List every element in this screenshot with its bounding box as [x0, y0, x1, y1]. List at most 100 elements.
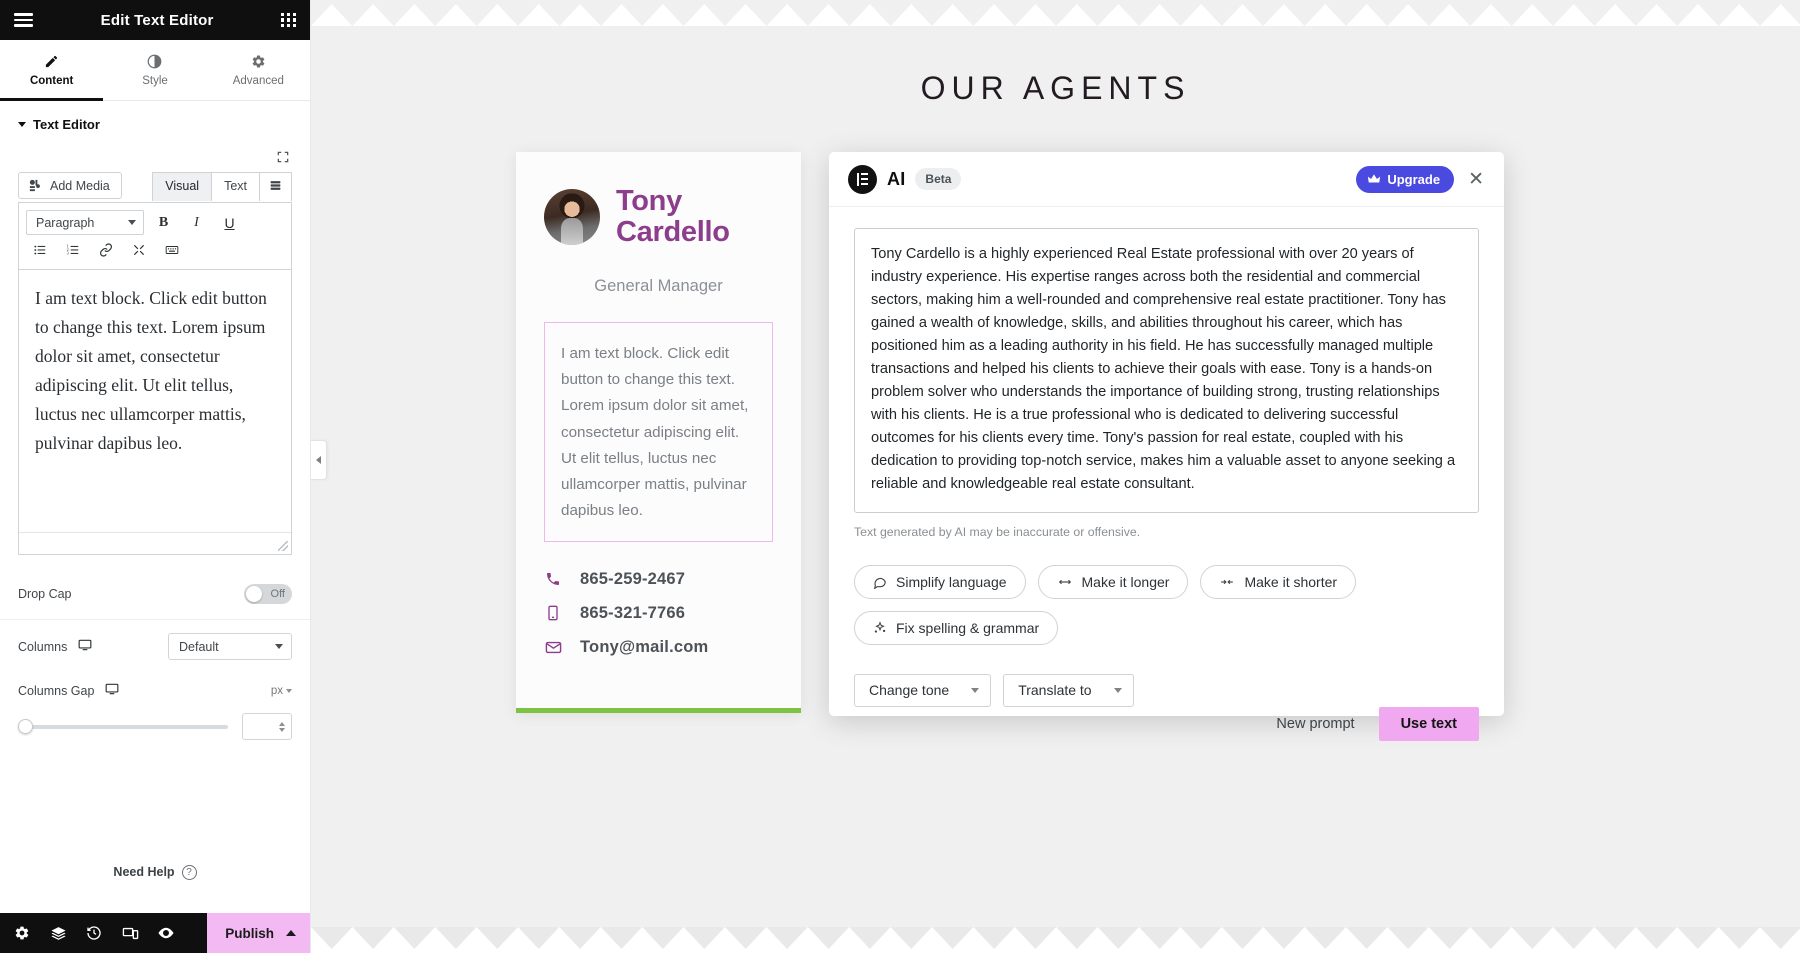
- panel-footer: Publish: [0, 913, 310, 953]
- link-icon[interactable]: [92, 237, 119, 262]
- mobile-icon: [544, 605, 562, 621]
- bold-button[interactable]: B: [150, 210, 177, 235]
- columns-gap-label-group: Columns Gap: [18, 682, 119, 699]
- bullet-list-icon[interactable]: [26, 237, 53, 262]
- agent-header: Tony Cardello: [544, 185, 773, 249]
- editor-tab-visual[interactable]: Visual: [152, 172, 213, 201]
- columns-gap-number-input[interactable]: [242, 713, 292, 740]
- tab-advanced-label: Advanced: [232, 75, 284, 87]
- beta-badge: Beta: [915, 168, 962, 190]
- editor-template-icon[interactable]: [259, 172, 292, 201]
- chip-make-it-shorter-label: Make it shorter: [1244, 573, 1338, 590]
- panel-collapse-handle[interactable]: [311, 440, 327, 480]
- preview-eye-icon[interactable]: [148, 913, 184, 953]
- contact-row-phone[interactable]: 865-259-2467: [544, 570, 773, 589]
- ai-dropdowns: Change tone Translate to: [854, 673, 1479, 707]
- paragraph-format-value: Paragraph: [36, 215, 95, 230]
- tab-advanced[interactable]: Advanced: [207, 40, 310, 100]
- editor-tab-text[interactable]: Text: [211, 172, 260, 201]
- history-icon[interactable]: [76, 913, 112, 953]
- chip-fix-spelling-grammar[interactable]: Fix spelling & grammar: [854, 610, 1059, 645]
- agent-text-block[interactable]: I am text block. Click edit button to ch…: [544, 321, 773, 542]
- section-text-editor-header[interactable]: Text Editor: [0, 101, 310, 144]
- editor-toolbar-row-2: 123: [26, 236, 284, 263]
- change-tone-dropdown[interactable]: Change tone: [854, 673, 992, 707]
- grid-apps-icon[interactable]: [281, 12, 296, 28]
- question-mark-icon: ?: [181, 864, 197, 880]
- close-icon[interactable]: ✕: [1468, 170, 1484, 189]
- translate-to-dropdown[interactable]: Translate to: [1003, 673, 1134, 707]
- keyboard-icon[interactable]: [158, 237, 185, 262]
- responsive-icon[interactable]: [112, 913, 148, 953]
- upgrade-label: Upgrade: [1387, 171, 1441, 187]
- toggle-knob: [246, 586, 262, 602]
- numbered-list-icon[interactable]: 123: [59, 237, 86, 262]
- collapse-arrows-icon: [1219, 575, 1235, 589]
- editor-fullscreen-bar: [18, 144, 292, 172]
- ai-dialog-body: Tony Cardello is a highly experienced Re…: [829, 207, 1504, 767]
- number-spinner[interactable]: [279, 721, 285, 732]
- desktop-icon[interactable]: [78, 638, 92, 655]
- ai-brand-label: AI: [887, 168, 906, 189]
- editor-sidebar-panel: Edit Text Editor Content Style Advanced …: [0, 0, 311, 953]
- wysiwyg-editor: Add Media Visual Text Paragraph B I U 1 …: [0, 144, 310, 555]
- columns-gap-unit[interactable]: px: [271, 685, 292, 697]
- agent-card[interactable]: Tony Cardello General Manager I am text …: [516, 152, 801, 713]
- panel-title: Edit Text Editor: [100, 11, 214, 29]
- columns-gap-slider[interactable]: [18, 719, 228, 734]
- translate-to-label: Translate to: [1018, 682, 1092, 699]
- contact-row-mobile[interactable]: 865-321-7766: [544, 604, 773, 623]
- pencil-icon: [44, 53, 59, 70]
- new-prompt-button[interactable]: New prompt: [1266, 708, 1364, 740]
- add-media-button[interactable]: Add Media: [18, 172, 122, 199]
- chip-make-it-shorter[interactable]: Make it shorter: [1200, 564, 1357, 599]
- publish-button[interactable]: Publish: [207, 913, 310, 953]
- sparkle-icon: [873, 620, 887, 635]
- columns-label: Columns: [18, 639, 68, 654]
- publish-label: Publish: [225, 925, 274, 941]
- desktop-icon[interactable]: [105, 682, 119, 699]
- editor-top-row: Add Media Visual Text: [18, 172, 292, 201]
- paragraph-format-select[interactable]: Paragraph: [26, 210, 144, 235]
- avatar: [544, 189, 600, 246]
- italic-button[interactable]: I: [183, 210, 210, 235]
- fullscreen-expand-icon[interactable]: [125, 237, 152, 262]
- zigzag-top-decoration: [311, 0, 1800, 26]
- tab-style[interactable]: Style: [103, 40, 206, 100]
- chip-simplify-language[interactable]: Simplify language: [854, 564, 1026, 599]
- editor-content-area[interactable]: I am text block. Click edit button to ch…: [18, 269, 292, 555]
- upgrade-button[interactable]: Upgrade: [1356, 165, 1455, 193]
- agent-last-name: Cardello: [616, 216, 730, 249]
- need-help-link[interactable]: Need Help ?: [0, 831, 310, 913]
- chip-simplify-language-label: Simplify language: [896, 573, 1007, 590]
- chip-make-it-longer[interactable]: Make it longer: [1037, 564, 1189, 599]
- fullscreen-icon[interactable]: [276, 150, 290, 164]
- tab-content-label: Content: [29, 75, 74, 87]
- underline-button[interactable]: U: [216, 210, 243, 235]
- use-text-button[interactable]: Use text: [1378, 706, 1479, 741]
- chevron-down-icon: [128, 220, 136, 225]
- ai-result-textarea[interactable]: Tony Cardello is a highly experienced Re…: [854, 228, 1479, 513]
- ai-brand-group: AI Beta: [848, 164, 962, 194]
- agent-contact-list: 865-259-2467 865-321-7766 Tony@mail.com: [544, 570, 773, 657]
- chevron-down-icon: [1113, 687, 1122, 693]
- tab-content[interactable]: Content: [0, 40, 104, 101]
- drop-cap-state: Off: [270, 588, 285, 600]
- chevron-up-icon[interactable]: [286, 930, 296, 936]
- tab-style-label: Style: [142, 75, 168, 87]
- agent-role: General Manager: [594, 276, 723, 295]
- contact-row-email[interactable]: Tony@mail.com: [544, 638, 773, 657]
- gear-icon[interactable]: [4, 913, 40, 953]
- footer-icon-group: [0, 913, 207, 953]
- columns-gap-slider-row: [0, 703, 310, 740]
- chevron-down-icon: [286, 688, 292, 693]
- hamburger-icon[interactable]: [14, 13, 33, 27]
- layers-icon[interactable]: [40, 913, 76, 953]
- slider-thumb[interactable]: [18, 719, 33, 734]
- contact-value-phone: 865-259-2467: [580, 569, 686, 588]
- agent-name: Tony Cardello: [616, 185, 730, 249]
- columns-select[interactable]: Default: [168, 633, 292, 660]
- columns-gap-label: Columns Gap: [18, 683, 95, 698]
- editor-resize-handle[interactable]: [278, 541, 288, 551]
- drop-cap-toggle[interactable]: Off: [244, 584, 292, 604]
